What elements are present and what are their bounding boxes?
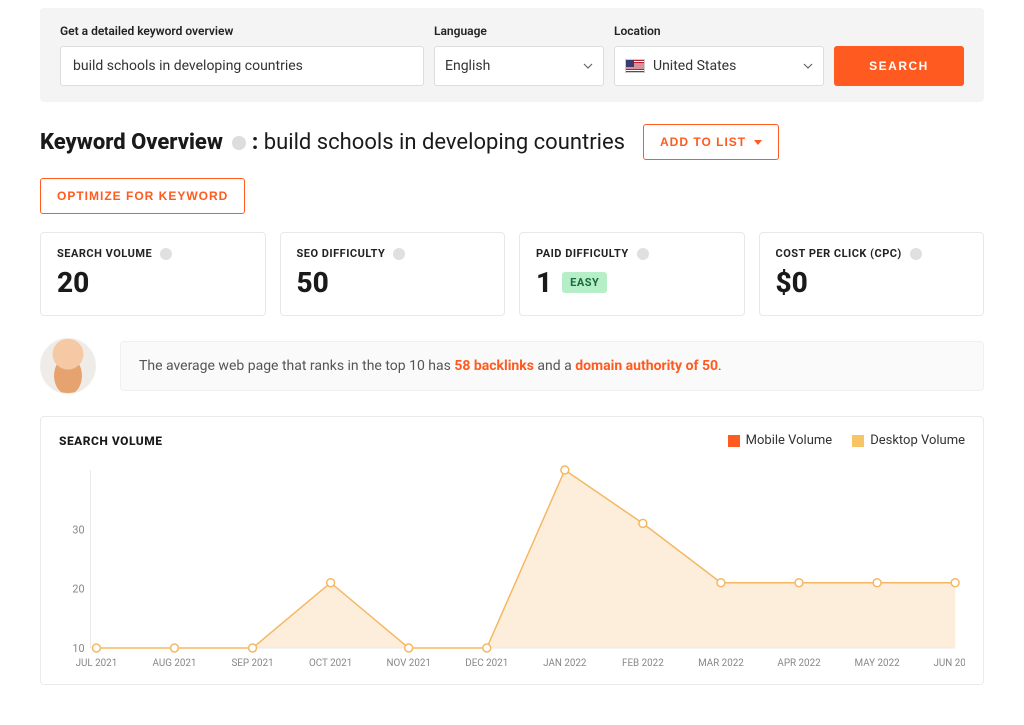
svg-text:JUL 2021: JUL 2021 bbox=[76, 658, 118, 669]
search-volume-value: 20 bbox=[57, 266, 249, 299]
chart-title: SEARCH VOLUME bbox=[59, 434, 162, 448]
location-select[interactable]: United States bbox=[614, 46, 824, 86]
info-icon[interactable] bbox=[910, 248, 922, 260]
info-icon[interactable] bbox=[232, 136, 246, 150]
difficulty-badge: EASY bbox=[562, 272, 607, 293]
seo-difficulty-value: 50 bbox=[297, 266, 489, 299]
svg-text:MAR 2022: MAR 2022 bbox=[698, 658, 744, 669]
language-select[interactable]: English bbox=[434, 46, 604, 86]
search-volume-card: SEARCH VOLUME 20 bbox=[40, 232, 266, 316]
svg-text:MAY 2022: MAY 2022 bbox=[855, 658, 900, 669]
seo-difficulty-card: SEO DIFFICULTY 50 bbox=[280, 232, 506, 316]
metrics-row: SEARCH VOLUME 20 SEO DIFFICULTY 50 PAID … bbox=[40, 232, 984, 316]
chevron-down-icon bbox=[803, 61, 813, 71]
avatar bbox=[40, 338, 96, 394]
svg-text:20: 20 bbox=[72, 583, 84, 596]
svg-text:NOV 2021: NOV 2021 bbox=[386, 658, 430, 669]
insight-text: The average web page that ranks in the t… bbox=[120, 341, 984, 391]
svg-text:JUN 2022: JUN 2022 bbox=[933, 658, 965, 669]
keyword-input[interactable]: build schools in developing countries bbox=[60, 46, 424, 86]
info-icon[interactable] bbox=[637, 248, 649, 260]
svg-text:AUG 2021: AUG 2021 bbox=[153, 658, 197, 669]
search-panel: Get a detailed keyword overview Language… bbox=[40, 8, 984, 102]
svg-text:30: 30 bbox=[72, 523, 84, 536]
us-flag-icon bbox=[625, 59, 645, 73]
insight-row: The average web page that ranks in the t… bbox=[40, 338, 984, 394]
cpc-card: COST PER CLICK (CPC) $0 bbox=[759, 232, 985, 316]
keyword-label: Get a detailed keyword overview bbox=[60, 24, 424, 38]
svg-text:10: 10 bbox=[72, 642, 84, 655]
svg-text:DEC 2021: DEC 2021 bbox=[465, 658, 508, 669]
language-label: Language bbox=[434, 24, 604, 38]
legend-desktop[interactable]: Desktop Volume bbox=[852, 433, 965, 448]
location-value: United States bbox=[653, 58, 736, 74]
chevron-down-icon bbox=[583, 61, 593, 71]
page-title: Keyword Overview : build schools in deve… bbox=[40, 130, 625, 155]
info-icon[interactable] bbox=[160, 248, 172, 260]
paid-difficulty-value: 1 EASY bbox=[536, 266, 728, 299]
svg-text:FEB 2022: FEB 2022 bbox=[622, 658, 664, 669]
chart-plot: 10 20 30 JUL 2021 AUG 2021 SEP 2021 OCT 2021 NO… bbox=[59, 456, 965, 676]
info-icon[interactable] bbox=[393, 248, 405, 260]
search-button[interactable]: SEARCH bbox=[834, 46, 964, 86]
language-value: English bbox=[445, 58, 490, 74]
svg-text:APR 2022: APR 2022 bbox=[777, 658, 821, 669]
title-bar: Keyword Overview : build schools in deve… bbox=[40, 124, 984, 214]
svg-text:JAN 2022: JAN 2022 bbox=[543, 658, 587, 669]
chart-legend: Mobile Volume Desktop Volume bbox=[728, 433, 965, 448]
legend-mobile[interactable]: Mobile Volume bbox=[728, 433, 833, 448]
optimize-button[interactable]: OPTIMIZE FOR KEYWORD bbox=[40, 178, 245, 214]
search-volume-chart-card: SEARCH VOLUME Mobile Volume Desktop Volu… bbox=[40, 416, 984, 685]
svg-text:OCT 2021: OCT 2021 bbox=[309, 658, 352, 669]
svg-text:SEP 2021: SEP 2021 bbox=[231, 658, 273, 669]
chevron-down-icon bbox=[754, 140, 762, 145]
cpc-value: $0 bbox=[776, 266, 968, 299]
add-to-list-button[interactable]: ADD TO LIST bbox=[643, 124, 779, 160]
paid-difficulty-card: PAID DIFFICULTY 1 EASY bbox=[519, 232, 745, 316]
location-label: Location bbox=[614, 24, 824, 38]
